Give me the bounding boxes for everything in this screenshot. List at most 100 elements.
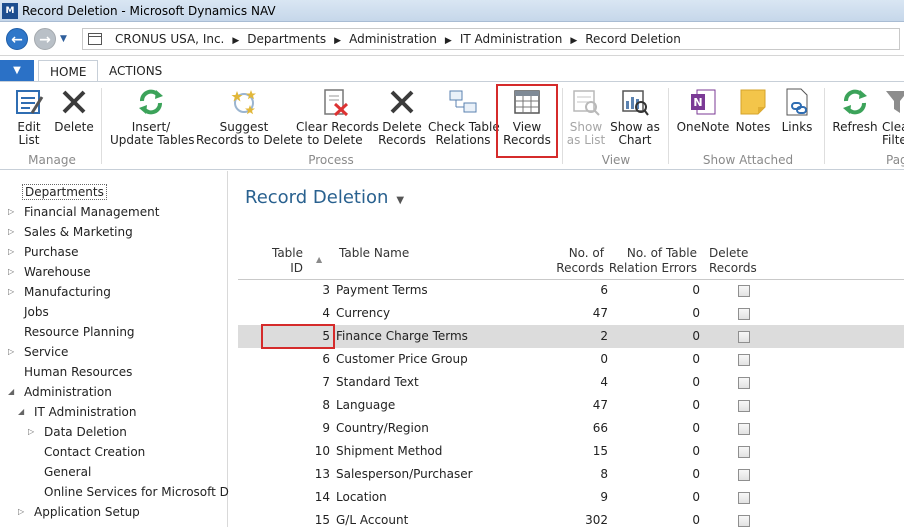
check-table-relations-label: Check Table Relations (428, 120, 500, 147)
expand-arrow-icon[interactable]: ▷ (8, 222, 14, 242)
refresh-arrows-icon (136, 87, 166, 117)
nav-item-application-setup[interactable]: ▷ Application Setup (18, 502, 140, 522)
expand-arrow-icon[interactable]: ▷ (8, 342, 14, 362)
delete-records-checkbox[interactable] (738, 354, 750, 366)
back-button[interactable]: ← (6, 28, 28, 50)
breadcrumb-departments[interactable]: Departments (247, 32, 326, 46)
collapse-arrow-icon[interactable]: ◢ (8, 382, 14, 402)
nav-item-contact-creation[interactable]: Contact Creation (44, 442, 145, 462)
expand-arrow-icon[interactable]: ▷ (18, 502, 24, 522)
delete-records-checkbox[interactable] (738, 423, 750, 435)
nav-item-warehouse[interactable]: ▷ Warehouse (8, 262, 91, 282)
nav-item-resource-planning[interactable]: Resource Planning (24, 322, 135, 342)
cell-table-name: Customer Price Group (336, 352, 468, 366)
clear-filter-button[interactable]: Clea Filte (882, 87, 904, 147)
breadcrumb-separator-icon[interactable]: ▶ (445, 36, 452, 46)
column-header-no-of-records[interactable]: No. of Records (529, 246, 604, 276)
table-row[interactable]: 15 G/L Account 302 0 (238, 509, 904, 527)
delete-records-checkbox[interactable] (738, 285, 750, 297)
nav-item-data-deletion[interactable]: ▷ Data Deletion (28, 422, 127, 442)
nav-item-label: Sales & Marketing (24, 225, 133, 239)
expand-arrow-icon[interactable]: ▷ (28, 422, 34, 442)
nav-item-service[interactable]: ▷ Service (8, 342, 68, 362)
nav-item-label: Purchase (24, 245, 79, 259)
expand-arrow-icon[interactable]: ▷ (8, 282, 14, 302)
application-menu-button[interactable]: ▼ (0, 60, 34, 82)
table-row-selected[interactable]: 5 Finance Charge Terms 2 0 (238, 325, 904, 348)
delete-records-checkbox[interactable] (738, 331, 750, 343)
clear-records-button[interactable]: Clear Records to Delete (296, 87, 379, 147)
column-header-delete-records[interactable]: Delete Records (709, 246, 757, 276)
expand-arrow-icon[interactable]: ▷ (8, 262, 14, 282)
nav-item-general[interactable]: General (44, 462, 91, 482)
cell-table-id: 14 (314, 490, 330, 504)
delete-records-checkbox[interactable] (738, 308, 750, 320)
delete-records-button[interactable]: Delete Records (378, 87, 426, 147)
nav-item-human-resources[interactable]: Human Resources (24, 362, 132, 382)
breadcrumb-separator-icon[interactable]: ▶ (570, 36, 577, 46)
page-title[interactable]: Record Deletion ▼ (245, 187, 404, 208)
breadcrumb-record-deletion[interactable]: Record Deletion (585, 32, 681, 46)
nav-item-label: Jobs (24, 305, 49, 319)
column-header-relation-errors[interactable]: No. of Table Relation Errors (607, 246, 697, 276)
nav-item-administration[interactable]: ◢ Administration (8, 382, 112, 402)
nav-item-online-services[interactable]: Online Services for Microsoft Dy... (44, 482, 246, 502)
nav-item-departments[interactable]: Departments (22, 182, 107, 202)
show-as-chart-button[interactable]: Show as Chart (610, 87, 660, 147)
table-row[interactable]: 8 Language 47 0 (238, 394, 904, 417)
notes-button[interactable]: Notes (734, 87, 772, 134)
table-row[interactable]: 13 Salesperson/Purchaser 8 0 (238, 463, 904, 486)
breadcrumb-administration[interactable]: Administration (349, 32, 437, 46)
show-as-list-button[interactable]: Show as List (566, 87, 606, 147)
column-header-table-name[interactable]: Table Name (339, 246, 409, 261)
nav-item-sales-marketing[interactable]: ▷ Sales & Marketing (8, 222, 133, 242)
table-row[interactable]: 6 Customer Price Group 0 0 (238, 348, 904, 371)
breadcrumb-separator-icon[interactable]: ▶ (334, 36, 341, 46)
cell-table-id: 8 (322, 398, 330, 412)
onenote-label: OneNote (676, 120, 730, 134)
check-table-relations-button[interactable]: Check Table Relations (428, 87, 500, 147)
delete-label: Delete (54, 120, 94, 134)
links-button[interactable]: Links (780, 87, 814, 134)
delete-records-checkbox[interactable] (738, 446, 750, 458)
cell-table-id: 13 (314, 467, 330, 481)
history-dropdown-icon[interactable]: ▼ (60, 34, 67, 44)
edit-list-button[interactable]: Edit List (12, 87, 46, 147)
table-row[interactable]: 3 Payment Terms 6 0 (238, 279, 904, 302)
tab-actions[interactable]: ACTIONS (98, 60, 173, 83)
delete-records-checkbox[interactable] (738, 400, 750, 412)
column-header-table-id[interactable]: Table ID (265, 246, 303, 276)
title-dropdown-icon[interactable]: ▼ (396, 195, 404, 206)
table-row[interactable]: 9 Country/Region 66 0 (238, 417, 904, 440)
delete-records-checkbox[interactable] (738, 377, 750, 389)
navigation-pane: Departments ▷ Financial Management ▷ Sales… (0, 171, 246, 527)
table-row[interactable]: 10 Shipment Method 15 0 (238, 440, 904, 463)
delete-records-checkbox[interactable] (738, 492, 750, 504)
breadcrumb-it-administration[interactable]: IT Administration (460, 32, 563, 46)
main-content: Record Deletion ▼ Table ID ▲ Table Name N… (229, 171, 904, 527)
nav-item-purchase[interactable]: ▷ Purchase (8, 242, 79, 262)
delete-records-checkbox[interactable] (738, 515, 750, 527)
nav-item-financial-management[interactable]: ▷ Financial Management (8, 202, 159, 222)
collapse-arrow-icon[interactable]: ◢ (18, 402, 24, 422)
address-bar[interactable]: CRONUS USA, Inc. ▶ Departments ▶ Administrat… (82, 28, 900, 50)
nav-item-jobs[interactable]: Jobs (24, 302, 49, 322)
table-row[interactable]: 4 Currency 47 0 (238, 302, 904, 325)
table-row[interactable]: 14 Location 9 0 (238, 486, 904, 509)
forward-button[interactable]: → (34, 28, 56, 50)
suggest-records-button[interactable]: Suggest Records to Delete (196, 87, 303, 147)
delete-button[interactable]: Delete (54, 87, 94, 134)
refresh-button[interactable]: Refresh (832, 87, 878, 134)
expand-arrow-icon[interactable]: ▷ (8, 202, 14, 222)
tab-home[interactable]: HOME (38, 60, 99, 83)
insert-update-tables-button[interactable]: Insert/ Update Tables (110, 87, 195, 147)
breadcrumb-separator-icon[interactable]: ▶ (232, 36, 239, 46)
breadcrumb-company[interactable]: CRONUS USA, Inc. (115, 32, 224, 46)
delete-records-checkbox[interactable] (738, 469, 750, 481)
nav-item-manufacturing[interactable]: ▷ Manufacturing (8, 282, 111, 302)
view-records-button[interactable]: View Records (500, 87, 554, 147)
table-row[interactable]: 7 Standard Text 4 0 (238, 371, 904, 394)
nav-item-it-administration[interactable]: ◢ IT Administration (18, 402, 137, 422)
expand-arrow-icon[interactable]: ▷ (8, 242, 14, 262)
onenote-button[interactable]: N OneNote (676, 87, 730, 134)
